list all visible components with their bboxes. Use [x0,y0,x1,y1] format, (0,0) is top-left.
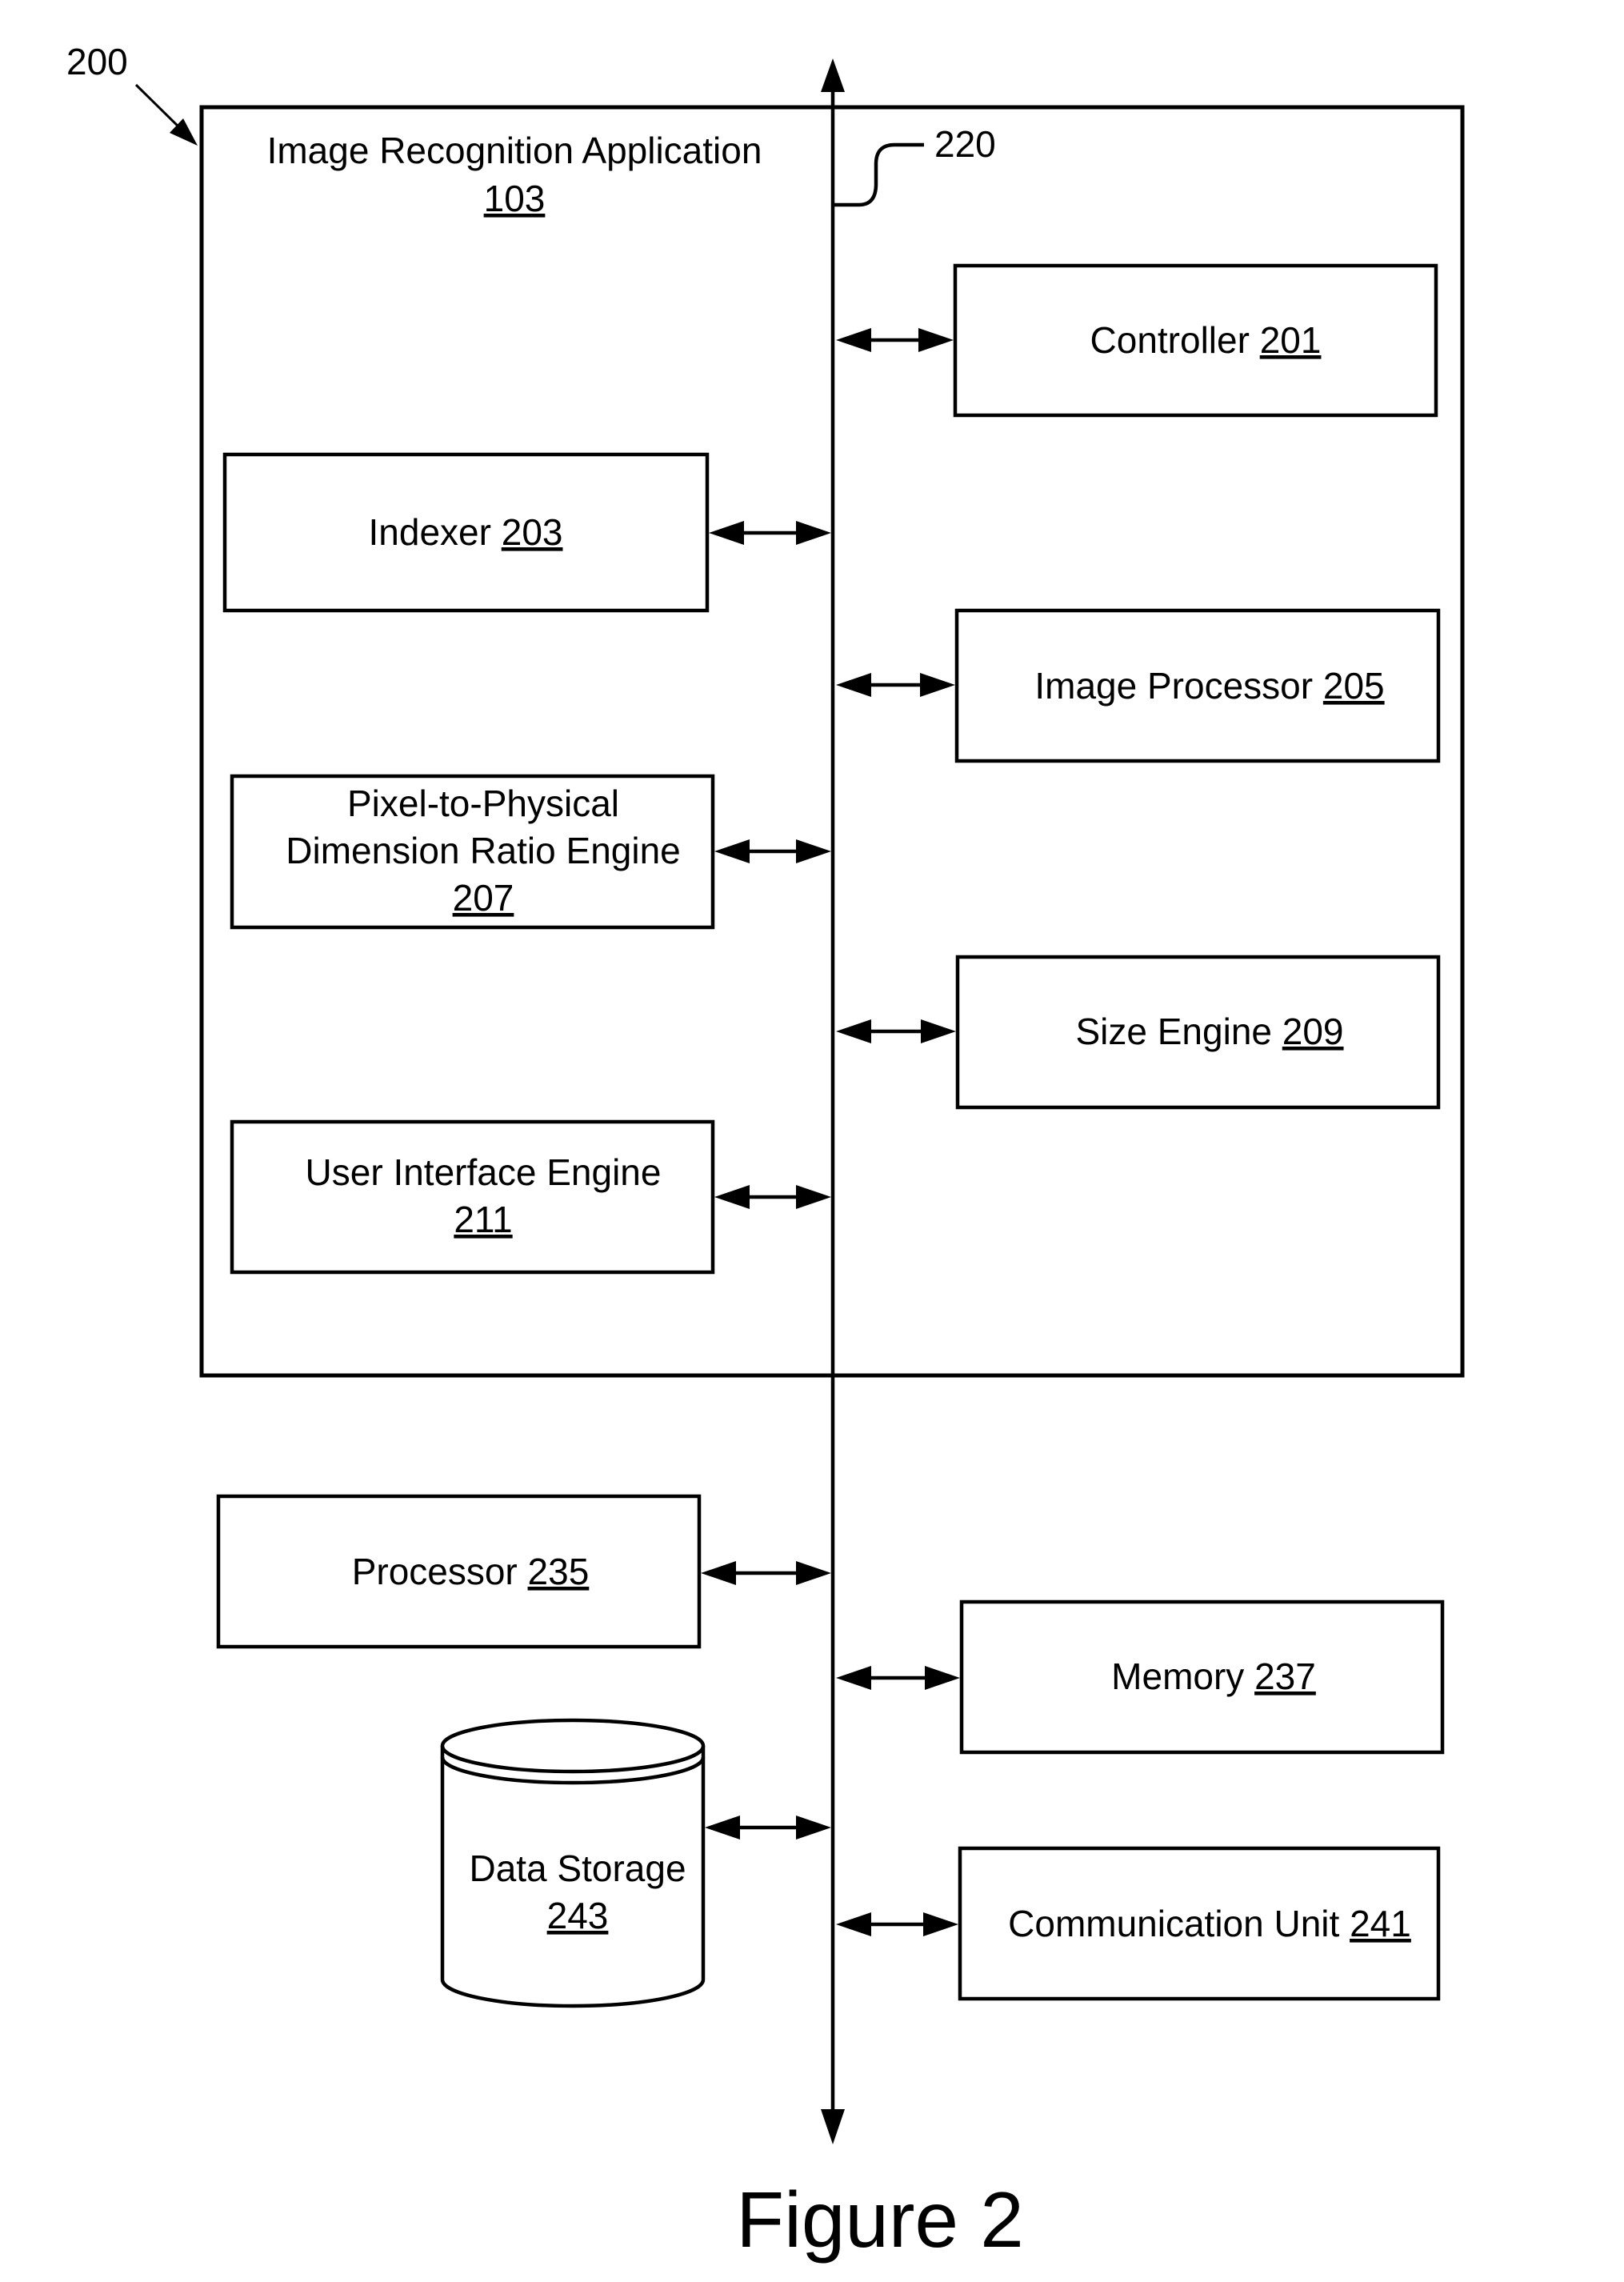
controller-block[interactable]: Controller 201 [953,263,1438,418]
memory-block[interactable]: Memory 237 [959,1599,1445,1755]
application-title: Image Recognition Application [267,130,762,171]
bus-bottom-arrowhead [821,2109,845,2144]
data-storage-ref: 243 [547,1895,609,1936]
figure-caption: Figure 2 [736,2176,1024,2264]
pixel-ratio-engine-ref: 207 [453,877,514,919]
data-storage-block[interactable]: Data Storage 243 [440,1718,706,2008]
size-engine-block[interactable]: Size Engine 209 [955,955,1441,1110]
indexer-bus-connector [709,521,831,545]
size-engine-bus-connector [836,1019,956,1043]
ui-engine-block[interactable]: User Interface Engine 211 [230,1119,715,1275]
processor-block[interactable]: Processor 235 [216,1494,702,1649]
communication-unit-block[interactable]: Communication Unit 241 [958,1846,1441,2001]
controller-bus-connector [836,328,954,352]
bus-ref-label: 220 [934,123,996,165]
bus-ref-leader [834,142,924,207]
pixel-ratio-engine-block[interactable]: Pixel-to-Physical Dimension Ratio Engine… [230,774,715,930]
application-ref: 103 [484,178,546,219]
memory-bus-connector [836,1666,960,1690]
indexer-label: Indexer 203 [369,511,563,553]
image-processor-block[interactable]: Image Processor 205 [954,608,1441,763]
processor-label: Processor 235 [352,1551,590,1592]
processor-bus-connector [701,1561,831,1585]
bus-top-arrowhead [821,58,845,92]
controller-label: Controller 201 [1090,319,1322,361]
pixel-ratio-engine-label-line2: Dimension Ratio Engine [286,830,681,871]
image-processor-label: Image Processor 205 [1034,665,1384,707]
pixel-ratio-engine-label-line1: Pixel-to-Physical [347,783,619,824]
size-engine-label: Size Engine 209 [1075,1011,1343,1052]
communication-unit-bus-connector [836,1912,958,1936]
indexer-block[interactable]: Indexer 203 [222,452,710,613]
figure-ref-label: 200 [66,41,128,82]
memory-label: Memory 237 [1111,1655,1316,1697]
ui-engine-label: User Interface Engine [306,1151,662,1193]
data-storage-bus-connector [705,1816,831,1840]
pixel-ratio-engine-bus-connector [714,839,831,863]
bus-220 [821,58,845,2144]
figure-ref-arrow [134,83,198,146]
diagram-canvas: 200 Image Recognition Application 103 22… [66,41,1465,2264]
ui-engine-ref: 211 [454,1199,512,1240]
communication-unit-label: Communication Unit 241 [1008,1903,1411,1944]
ui-engine-bus-connector [714,1185,831,1209]
image-processor-bus-connector [836,673,955,697]
data-storage-label: Data Storage [469,1848,686,1889]
